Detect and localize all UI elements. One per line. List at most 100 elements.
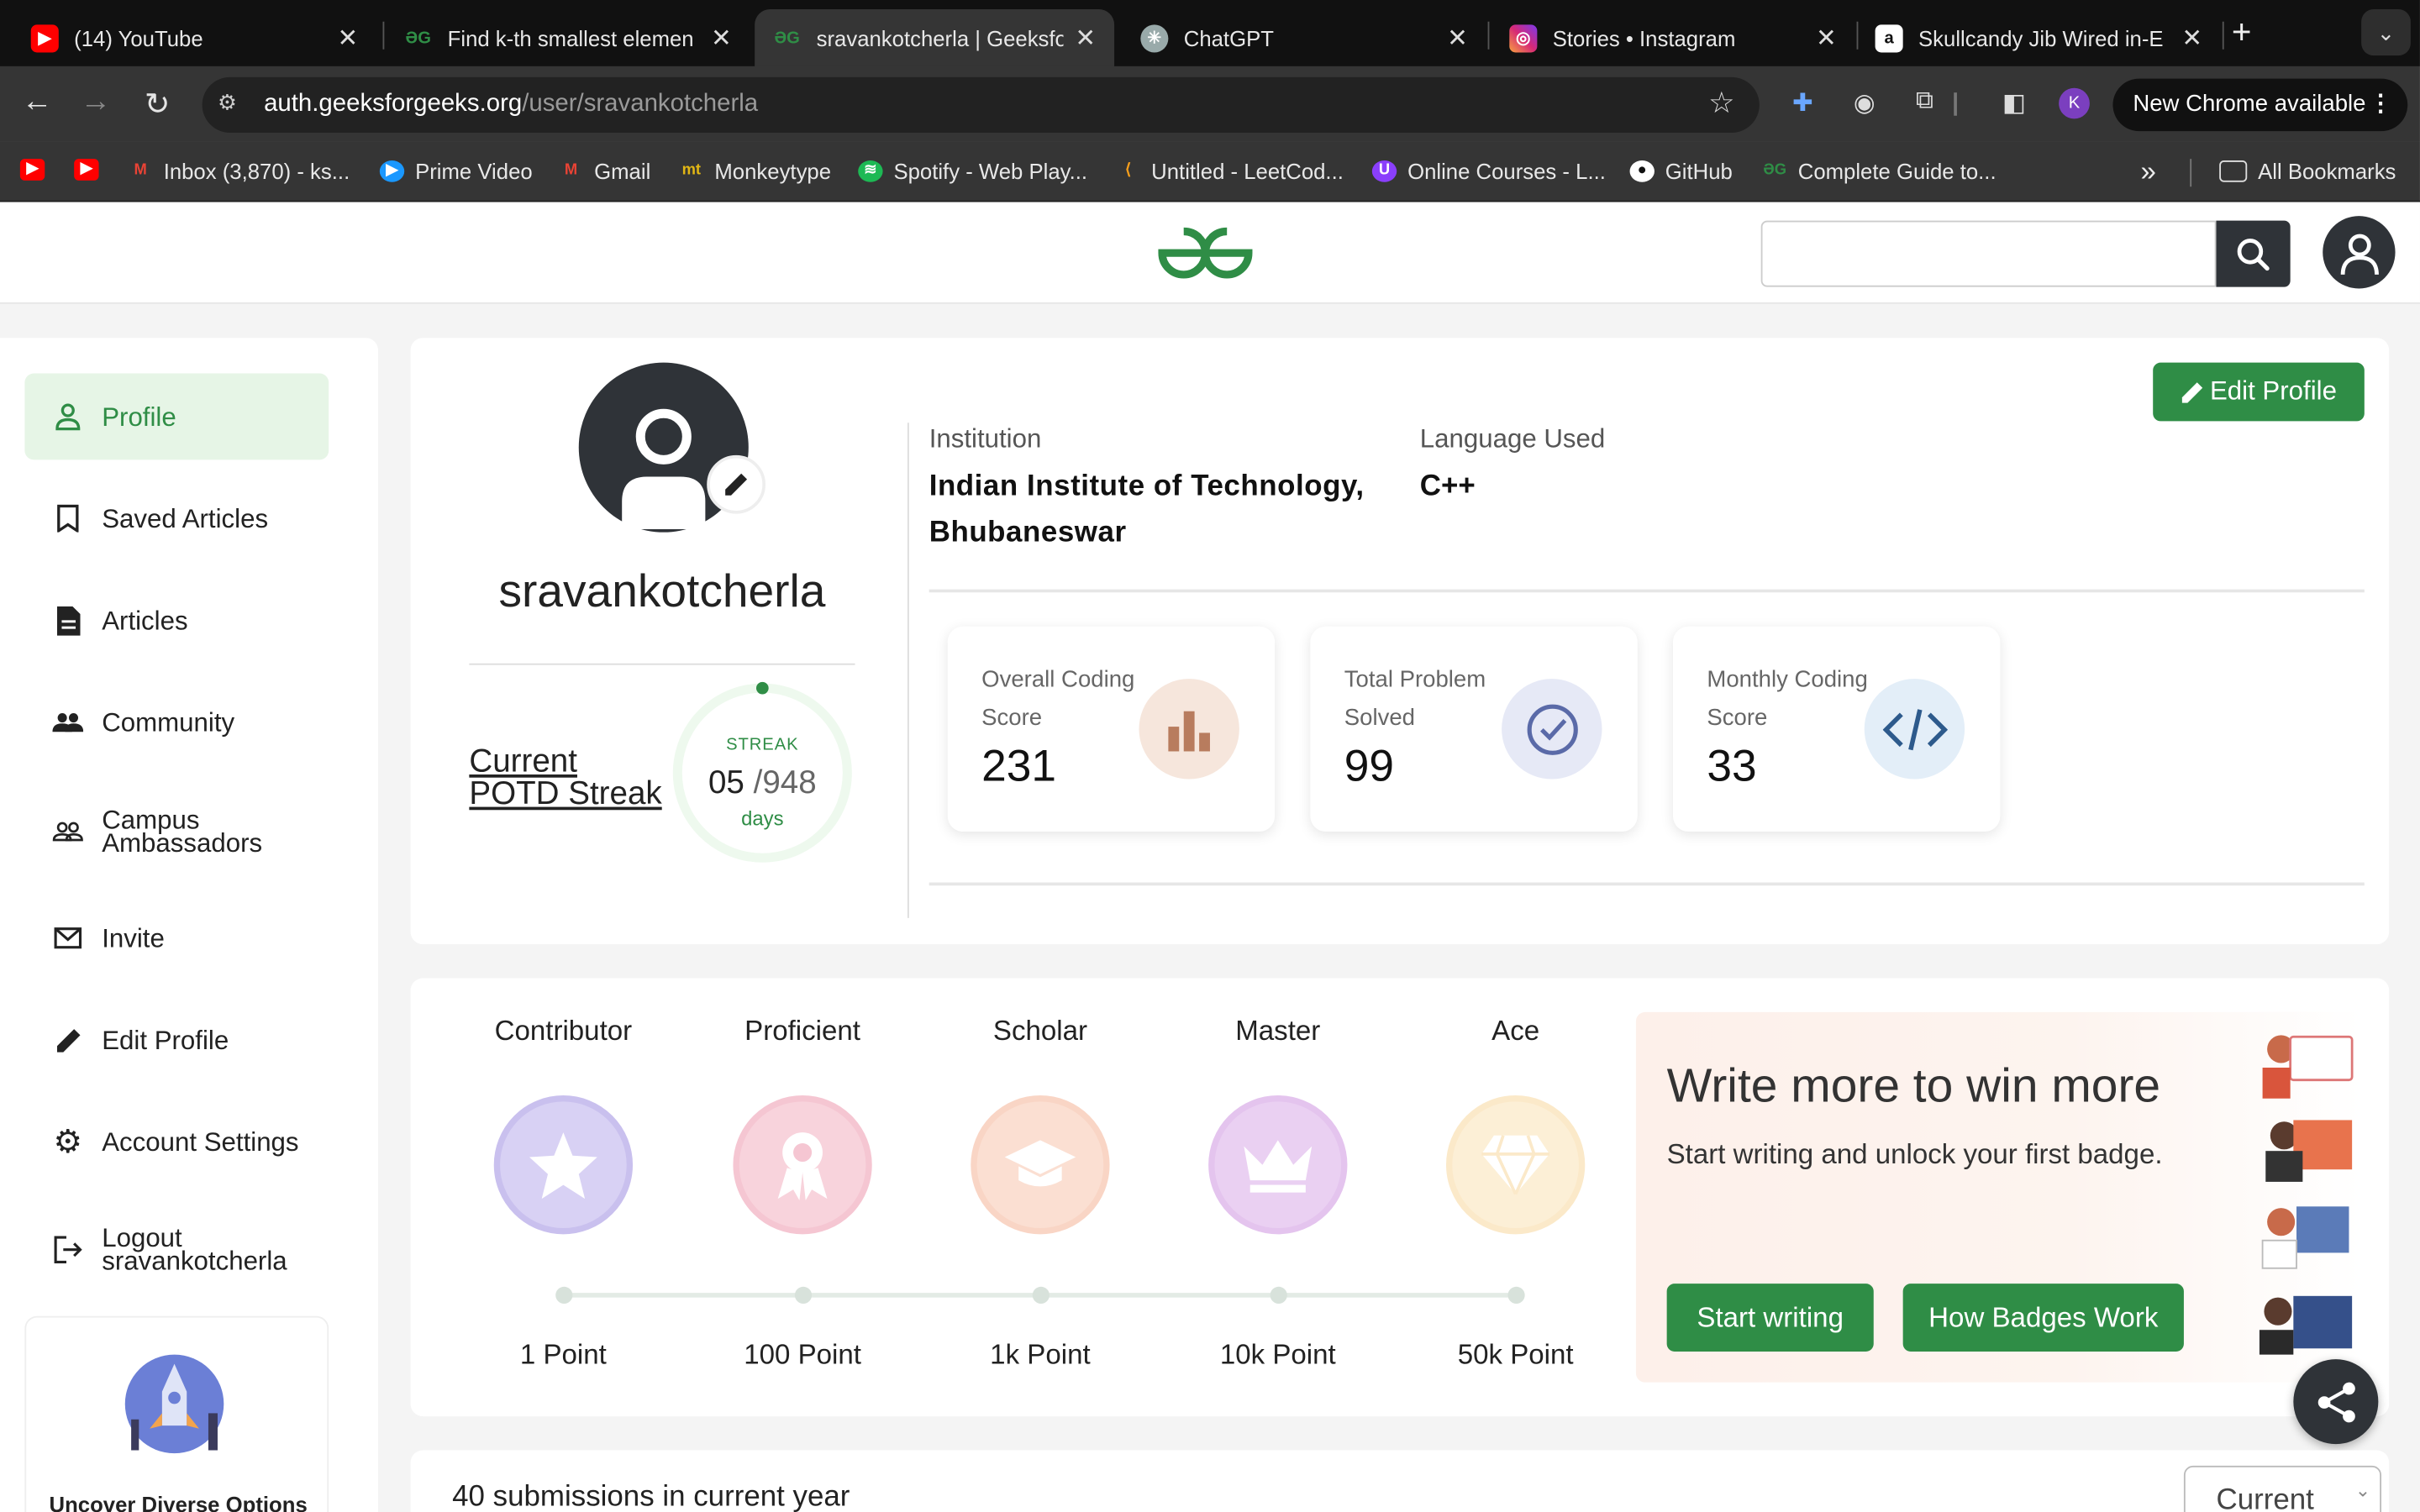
address-bar[interactable]: ⚙ auth.geeksforgeeks.org/user/sravankotc… — [202, 76, 1760, 133]
forward-button[interactable]: → — [76, 85, 116, 120]
promo-card[interactable]: Uncover Diverse Options — [24, 1315, 329, 1512]
pencil-icon — [52, 1025, 83, 1056]
sidebar-item-account-settings[interactable]: ⚙ Account Settings — [24, 1099, 329, 1185]
streak-progress-dot — [755, 681, 769, 695]
document-icon — [52, 605, 83, 636]
bookmark-complete-guide[interactable]: ƏG Complete Guide to... — [1763, 159, 1996, 183]
extension-target-icon[interactable]: ◉ — [1849, 88, 1880, 119]
courses-icon: U — [1371, 160, 1397, 182]
side-panel-icon[interactable]: ◧ — [1999, 88, 2030, 119]
bookmark-inbox[interactable]: M Inbox (3,870) - ks... — [128, 159, 350, 183]
edit-profile-button[interactable]: Edit Profile — [2153, 362, 2365, 422]
tab-divider — [2222, 21, 2224, 50]
sidebar-item-edit-profile[interactable]: Edit Profile — [24, 997, 329, 1084]
sidebar-item-saved-articles[interactable]: Saved Articles — [24, 475, 329, 562]
toolbar-divider — [1954, 92, 1957, 116]
search-input[interactable] — [1760, 220, 2217, 287]
how-badges-work-button[interactable]: How Badges Work — [1902, 1284, 2184, 1352]
ribbon-badge-icon — [733, 1095, 872, 1235]
pencil-icon — [2181, 381, 2202, 402]
search-icon — [2237, 238, 2270, 270]
badge-points-contributor: 1 Point — [519, 1339, 607, 1370]
bookmark-leetcode[interactable]: ⟨ Untitled - LeetCod... — [1116, 159, 1344, 183]
bookmark-youtube-1[interactable]: ▶ — [19, 159, 55, 181]
close-icon[interactable]: ✕ — [337, 23, 358, 54]
bookmarks-overflow-button[interactable]: » — [2141, 156, 2156, 189]
check-circle-icon — [1502, 679, 1602, 780]
potd-streak-link[interactable]: Current POTD Streak — [469, 745, 662, 810]
gfg-logo[interactable] — [1153, 223, 1258, 282]
crown-badge-icon — [1208, 1095, 1348, 1235]
vertical-divider — [907, 423, 909, 918]
gfg-icon: ƏG — [774, 28, 800, 48]
arrow-right-icon: → — [80, 85, 112, 119]
sidebar-item-community[interactable]: Community — [24, 679, 329, 765]
url-text[interactable]: auth.geeksforgeeks.org/user/sravankotche… — [264, 91, 758, 118]
code-icon — [1864, 679, 1965, 780]
diamond-badge-icon — [1445, 1095, 1586, 1235]
profile-card: sravankotcherla Current POTD Streak STRE… — [410, 338, 2390, 945]
sidebar-item-campus-ambassadors[interactable]: Campus Ambassadors — [24, 789, 329, 875]
profile-username: sravankotcherla — [498, 566, 826, 617]
gfg-icon: ƏG — [1763, 161, 1787, 180]
bookmark-github[interactable]: ● GitHub — [1629, 159, 1733, 184]
site-header — [0, 202, 2420, 304]
bookmark-star-icon[interactable]: ☆ — [1708, 87, 1734, 122]
extension-icon[interactable]: ✚ — [1787, 88, 1818, 119]
bookmark-gmail[interactable]: M Gmail — [559, 159, 650, 183]
close-icon[interactable]: ✕ — [1447, 23, 1468, 54]
sidebar-item-logout[interactable]: Logout sravankotcherla — [24, 1206, 329, 1293]
close-icon[interactable]: ✕ — [1816, 23, 1837, 54]
gmail-icon: M — [134, 161, 147, 180]
people-outline-icon — [52, 816, 83, 848]
bookmark-monkeytype[interactable]: mt Monkeytype — [679, 159, 831, 183]
chrome-update-button[interactable]: New Chrome available ⋮ — [2112, 78, 2408, 132]
badge-points-scholar: 1k Point — [990, 1339, 1091, 1370]
share-button[interactable] — [2293, 1359, 2379, 1445]
pencil-icon — [725, 473, 748, 496]
close-icon[interactable]: ✕ — [2181, 23, 2202, 54]
tab-amazon[interactable]: a Skullcandy Jib Wired in-E ✕ — [1857, 9, 2221, 66]
bookmark-prime-video[interactable]: ▶ Prime Video — [379, 159, 533, 184]
submission-period-select[interactable]: Current ⌄ — [2183, 1465, 2382, 1512]
sidebar-item-articles[interactable]: Articles — [24, 577, 329, 664]
close-icon[interactable]: ✕ — [711, 23, 732, 54]
streak-unit: days — [741, 806, 784, 831]
all-bookmarks-button[interactable]: All Bookmarks — [2219, 159, 2396, 184]
tab-search-button[interactable]: ⌄ — [2361, 9, 2411, 56]
more-icon[interactable]: ⋮ — [2369, 79, 2392, 131]
reload-button[interactable]: ↻ — [137, 85, 177, 123]
badge-name-contributor: Contributor — [494, 1015, 633, 1047]
new-tab-button[interactable]: + — [2232, 13, 2252, 53]
tab-gfg-kth[interactable]: ƏG Find k-th smallest elemen ✕ — [386, 9, 750, 66]
back-button[interactable]: ← — [17, 85, 57, 120]
prime-video-icon: ▶ — [379, 160, 405, 182]
tab-youtube[interactable]: ▶ (14) YouTube ✕ — [13, 9, 376, 66]
user-icon — [2339, 233, 2378, 275]
extensions-puzzle-icon[interactable]: ⧉ — [1909, 88, 1940, 119]
sidebar-item-invite[interactable]: Invite — [24, 895, 329, 981]
bookmark-spotify[interactable]: ≋ Spotify - Web Play... — [858, 159, 1087, 184]
bookmark-online-courses[interactable]: U Online Courses - L... — [1371, 159, 1606, 184]
tab-chatgpt[interactable]: ✳ ChatGPT ✕ — [1122, 9, 1486, 66]
tab-gfg-profile[interactable]: ƏG sravankotcherla | Geeksfo ✕ — [755, 9, 1115, 66]
bar-chart-icon — [1139, 679, 1239, 780]
youtube-icon: ▶ — [74, 159, 99, 181]
site-info-icon[interactable]: ⚙ — [218, 90, 237, 116]
arrow-left-icon: ← — [21, 85, 53, 119]
badge-name-scholar: Scholar — [992, 1015, 1087, 1047]
amazon-icon: a — [1875, 24, 1903, 52]
user-menu-button[interactable] — [2323, 216, 2396, 289]
tab-instagram[interactable]: ◎ Stories • Instagram ✕ — [1491, 9, 1854, 66]
sidebar-item-profile[interactable]: Profile — [24, 373, 329, 460]
group-icon — [52, 706, 84, 738]
close-icon[interactable]: ✕ — [1075, 23, 1096, 54]
gfg-icon: ƏG — [405, 28, 431, 48]
bookmark-youtube-2[interactable]: ▶ — [74, 159, 109, 181]
institution-value: Indian Institute of Technology, Bhubanes… — [929, 470, 1365, 549]
avatar-edit-button[interactable] — [707, 454, 766, 514]
start-writing-button[interactable]: Start writing — [1666, 1284, 1874, 1352]
institution-label: Institution — [929, 424, 1042, 454]
search-button[interactable] — [2216, 220, 2291, 287]
profile-avatar[interactable]: K — [2059, 87, 2090, 119]
